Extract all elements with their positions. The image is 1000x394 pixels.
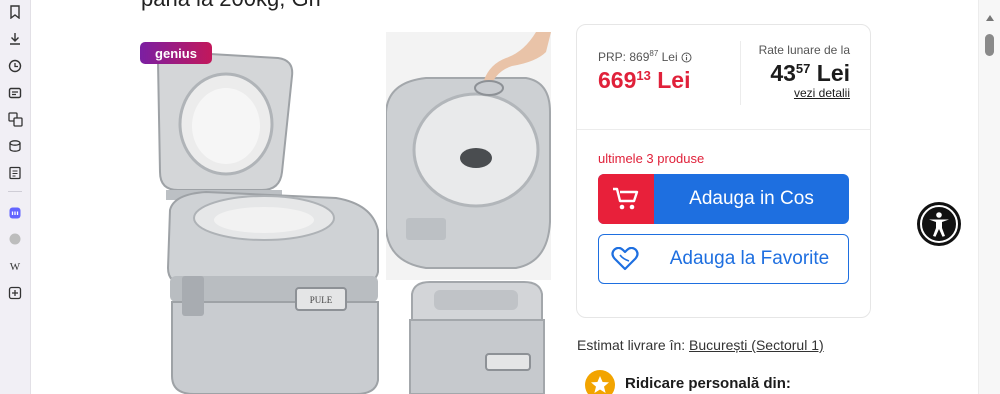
globe-icon[interactable]	[7, 231, 23, 247]
price-decimals: 13	[636, 68, 651, 83]
history-icon[interactable]	[7, 58, 23, 74]
add-panel-icon[interactable]	[7, 285, 23, 301]
price-divider	[740, 41, 741, 105]
product-image-main[interactable]: PULE	[146, 40, 386, 394]
add-to-favorites-button[interactable]: Adauga la Favorite	[598, 234, 849, 284]
installment-integer: 43	[770, 60, 796, 86]
card-divider	[577, 129, 870, 130]
pickup-label: Ridicare personală din:	[625, 375, 791, 392]
accessibility-icon	[916, 201, 962, 252]
installment-currency: Lei	[810, 60, 850, 86]
svg-text:PULE: PULE	[310, 295, 333, 305]
delivery-location-link[interactable]: București (Sectorul 1)	[689, 337, 824, 353]
download-icon[interactable]	[7, 31, 23, 47]
scroll-up-icon[interactable]	[985, 9, 995, 27]
notes-icon[interactable]	[7, 165, 23, 181]
add-to-favorites-label: Adauga la Favorite	[669, 248, 830, 269]
sidebar-separator	[8, 191, 22, 192]
installment-details-link[interactable]: vezi detalii	[794, 86, 850, 100]
star-icon	[585, 370, 615, 394]
genius-badge: genius	[140, 42, 212, 64]
installment-price: 4357 Lei	[770, 60, 850, 87]
add-to-cart-label: Adauga in Cos	[689, 188, 814, 209]
mastodon-icon[interactable]	[7, 205, 23, 221]
wallet-icon[interactable]	[7, 85, 23, 101]
bookmark-icon[interactable]	[7, 4, 23, 20]
product-page: pana la 200kg, Gri PULE	[31, 0, 978, 394]
cart-icon	[612, 186, 640, 217]
price-integer: 669	[598, 67, 637, 93]
translate-icon[interactable]	[7, 111, 23, 127]
prp-decimals: 87	[649, 49, 659, 58]
installment-label: Rate lunare de la	[758, 43, 850, 57]
info-icon[interactable]	[681, 52, 692, 66]
page-scrollbar[interactable]	[978, 0, 1000, 394]
prp-currency: Lei	[658, 50, 678, 64]
wikipedia-icon[interactable]: W	[7, 258, 23, 274]
prp-price: PRP: 86987 Lei	[598, 49, 692, 66]
stack-icon[interactable]	[7, 138, 23, 154]
svg-text:W: W	[10, 261, 21, 273]
heart-icon	[611, 246, 639, 276]
product-image-closed[interactable]	[406, 280, 546, 394]
delivery-estimate: Estimat livrare în: București (Sectorul …	[577, 337, 824, 353]
price-currency: Lei	[650, 67, 691, 93]
price-card: PRP: 86987 Lei 66913 Lei Rate lunare de …	[576, 24, 871, 318]
current-price: 66913 Lei	[598, 67, 690, 94]
accessibility-button[interactable]	[915, 201, 963, 252]
installment-decimals: 57	[795, 61, 811, 76]
product-title: pana la 200kg, Gri	[141, 0, 321, 12]
scrollbar-thumb[interactable]	[985, 34, 994, 56]
cart-icon-box	[598, 174, 654, 224]
delivery-label: Estimat livrare în:	[577, 337, 690, 353]
browser-sidebar: W	[0, 0, 31, 394]
product-image-detail[interactable]	[385, 32, 551, 285]
add-to-cart-button[interactable]: Adauga in Cos	[598, 174, 849, 224]
prp-label: PRP: 869	[598, 50, 650, 64]
stock-status: ultimele 3 produse	[598, 151, 705, 166]
